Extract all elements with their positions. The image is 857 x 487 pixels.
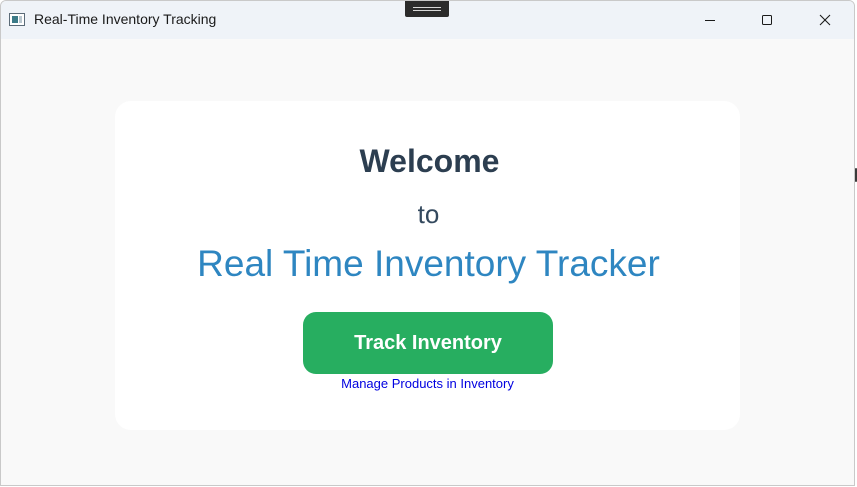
- window-title: Real-Time Inventory Tracking: [34, 11, 217, 27]
- close-icon: [819, 14, 831, 26]
- snap-layout-handle[interactable]: [405, 1, 449, 17]
- manage-products-link[interactable]: Manage Products in Inventory: [1, 376, 854, 392]
- app-window: Real-Time Inventory Tracking Welcome to …: [0, 0, 855, 486]
- app-icon: [9, 13, 25, 26]
- welcome-heading: Welcome: [359, 143, 500, 179]
- maximize-icon: [762, 15, 772, 25]
- title-bar[interactable]: Real-Time Inventory Tracking: [1, 1, 854, 39]
- close-button[interactable]: [802, 1, 848, 39]
- minimize-button[interactable]: [687, 1, 733, 39]
- to-text: to: [417, 199, 440, 229]
- minimize-icon: [705, 20, 715, 21]
- app-name-heading: Real Time Inventory Tracker: [197, 243, 660, 284]
- maximize-button[interactable]: [744, 1, 790, 39]
- track-inventory-button[interactable]: Track Inventory: [303, 312, 553, 374]
